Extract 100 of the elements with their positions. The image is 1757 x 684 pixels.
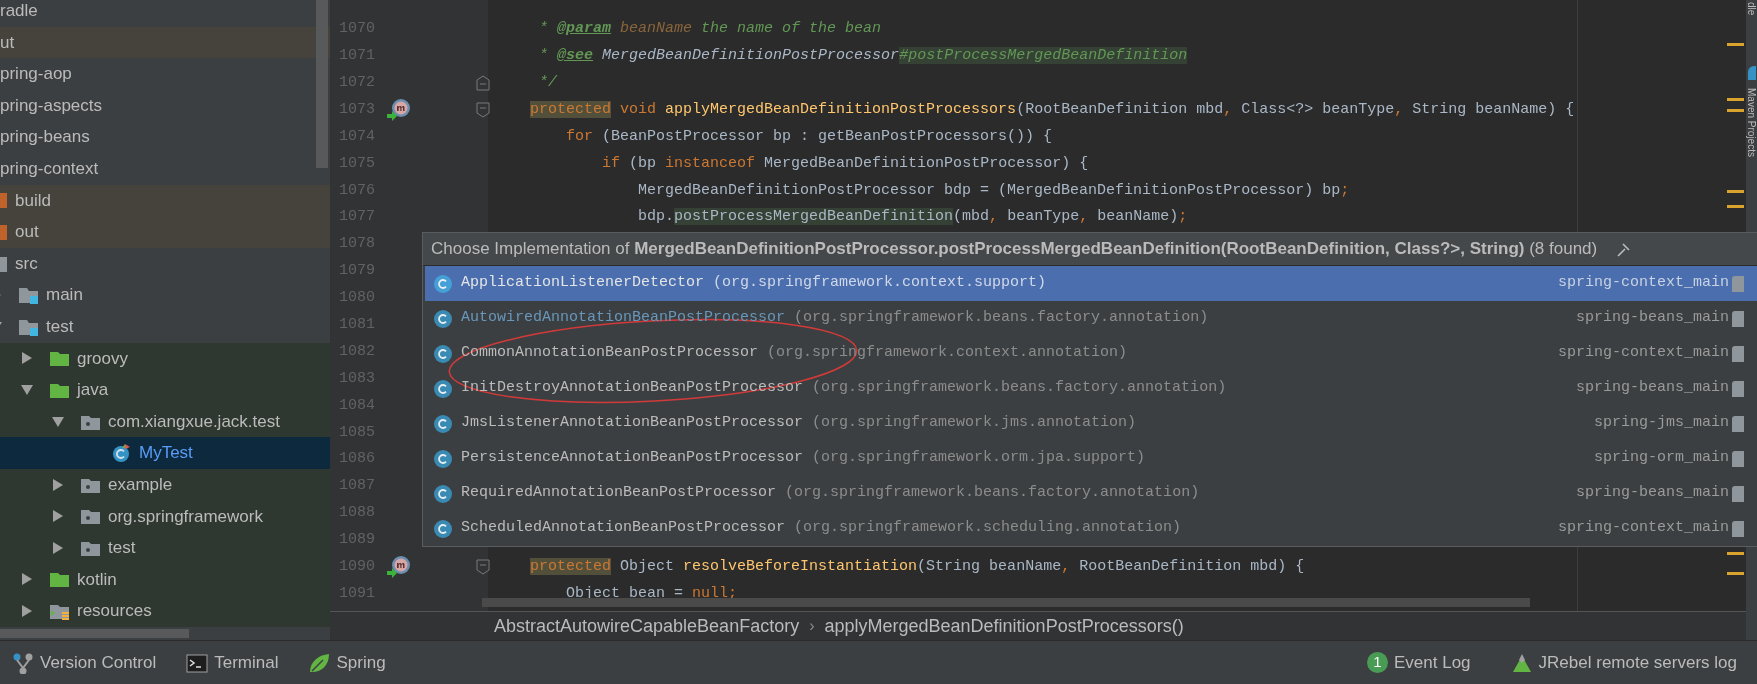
scrollbar-thumb[interactable] [482,598,1530,607]
tree-item[interactable]: com.xiangxue.jack.test [0,405,330,438]
tree-item[interactable]: radle [0,0,330,27]
tree-item[interactable]: pring-aop [0,58,330,90]
class-icon [433,343,453,364]
tool-window-label: Spring [336,651,386,674]
tree-item[interactable]: main [0,279,330,311]
scrollbar-thumb[interactable] [316,0,328,168]
module-name: spring-context_main [1557,518,1729,539]
collapsed-arrow-icon[interactable] [21,572,33,587]
tool-window-button[interactable]: 1 Event Log [1367,649,1471,676]
class-icon [433,448,453,469]
leaf-icon [308,651,331,674]
collapsed-arrow-icon[interactable] [21,604,33,619]
class-icon [433,378,453,399]
module-name: spring-jms_main [1593,413,1729,434]
class-icon [433,273,453,294]
popup-title: Choose Implementation of MergedBeanDefinitionPostProcessor.postProcessMergedBeanDefinition(RootBeanDefinition, Class?>, String) (8 found) [431,238,1598,261]
breadcrumb[interactable]: applyMergedBeanDefinitionPostProcessors() [824,612,1184,640]
module-icon [1732,345,1744,362]
collapsed-arrow-icon[interactable] [52,509,64,524]
tool-window-button[interactable]: Spring [308,649,386,676]
tree-item[interactable]: pring-context [0,152,330,185]
collapsed-arrow-icon[interactable] [21,351,33,366]
class-name: ApplicationListenerDetector [461,273,705,294]
package-name: (org.springframework.beans.factory.annotation) [812,378,1227,399]
class-icon [433,413,453,434]
tree-item[interactable]: ut [0,26,330,59]
implementation-item[interactable]: JmsListenerAnnotationBeanPostProcessor (org.springframework.jms.annotation) spring-jms_main [425,406,1757,441]
module-icon [1732,275,1744,292]
code-line: for (BeanPostProcessor bp : getBeanPostProcessors()) { [565,126,1053,147]
collapsed-arrow-icon[interactable] [52,477,64,492]
tree-item[interactable]: kotlin [0,563,330,596]
notification-badge: 1 [1367,652,1388,673]
package-name: (org.springframework.beans.factory.annotation) [785,483,1200,504]
module-icon [1732,485,1744,502]
breadcrumb-separator: › [809,616,815,636]
class-icon [433,308,453,329]
code-line: bdp.postProcessMergedBeanDefinition(mbd, beanType, beanName); [637,207,1188,228]
tree-item[interactable]: pring-beans [0,121,330,153]
method-override-icon[interactable] [386,98,412,123]
tree-item[interactable]: build [0,184,330,217]
implementation-item[interactable]: AutowiredAnnotationBeanPostProcessor (org.springframework.beans.factory.annotation) spring-beans_main [425,301,1757,336]
class-icon [433,483,453,504]
breadcrumb[interactable]: AbstractAutowireCapableBeanFactory [494,612,800,640]
tree-item[interactable]: test [0,310,330,343]
tree-item[interactable]: test [0,532,330,564]
tool-window-button[interactable]: Version Control [12,649,157,676]
package-name: (org.springframework.context.support) [713,273,1047,294]
scrollbar-thumb[interactable] [0,629,189,638]
tree-item[interactable]: out [0,216,330,248]
tool-window-button[interactable]: Terminal [186,649,279,676]
tool-window-tab[interactable]: dle [1746,2,1757,16]
branch-icon [12,651,34,674]
tree-item[interactable]: example [0,468,330,501]
fold-marker-icon[interactable] [476,559,490,576]
implementation-item[interactable]: ApplicationListenerDetector (org.springframework.context.support) spring-context_main [425,266,1757,301]
class-icon [433,518,453,539]
method-override-icon[interactable] [386,555,412,580]
class-name: ScheduledAnnotationBeanPostProcessor [461,518,786,539]
folder-icon [18,285,39,306]
module-icon [1732,415,1744,432]
code-line: MergedBeanDefinitionPostProcessor bdp = (MergedBeanDefinitionPostProcessor) bp; [637,180,1350,201]
code-line: * @param beanName the name of the bean [538,19,882,40]
code-line: if (bp instanceof MergedBeanDefinitionPostProcessor) { [601,153,1089,174]
expanded-arrow-icon[interactable] [21,382,33,397]
module-name: spring-beans_main [1575,308,1729,329]
tree-item[interactable]: pring-aspects [0,89,330,122]
code-line: protected void applyMergedBeanDefinitionPostProcessors(RootBeanDefinition mbd, Class<?> beanType, String beanName) { [529,99,1575,120]
code-line: protected Object resolveBeforeInstantiation(String beanName, RootBeanDefinition mbd) { [529,557,1305,577]
tree-item[interactable]: org.springframework [0,500,330,533]
implementation-item[interactable]: PersistenceAnnotationBeanPostProcessor (org.springframework.orm.jpa.support) spring-orm_main [425,441,1757,476]
tree-item[interactable]: resources [0,595,330,627]
module-icon [1732,450,1744,467]
tool-window-tab[interactable]: Maven Projects [1746,88,1757,157]
package-name: (org.springframework.scheduling.annotation) [794,518,1182,539]
module-icon [1732,380,1744,397]
module-icon [1732,310,1744,327]
module-name: spring-context_main [1557,273,1729,294]
package-name: (org.springframework.beans.factory.annotation) [794,308,1209,329]
implementation-item[interactable]: ScheduledAnnotationBeanPostProcessor (org.springframework.scheduling.annotation) spring-context_main [425,511,1757,546]
expanded-arrow-icon[interactable] [52,414,64,429]
tree-item[interactable]: java [0,374,330,406]
tree-item[interactable]: MyTest [0,437,330,469]
implementation-item[interactable]: RequiredAnnotationBeanPostProcessor (org.springframework.beans.factory.annotation) spring-beans_main [425,476,1757,511]
class-name: RequiredAnnotationBeanPostProcessor [461,483,777,504]
tool-window-button[interactable]: JRebel remote servers log [1510,649,1737,676]
package-name: (org.springframework.jms.annotation) [812,413,1137,434]
module-name: spring-context_main [1557,343,1729,364]
tree-item[interactable]: groovy [0,342,330,375]
module-icon [1732,520,1744,537]
tool-window-label: Terminal [214,651,279,674]
collapsed-arrow-icon[interactable] [52,540,64,555]
fold-marker-icon[interactable] [476,102,490,119]
tool-window-label: JRebel remote servers log [1538,651,1737,674]
code-line: */ [538,72,558,93]
package-name: (org.springframework.orm.jpa.support) [812,448,1146,469]
fold-marker-icon[interactable] [476,75,490,92]
tree-item[interactable]: src [0,247,330,280]
module-name: spring-beans_main [1575,378,1729,399]
